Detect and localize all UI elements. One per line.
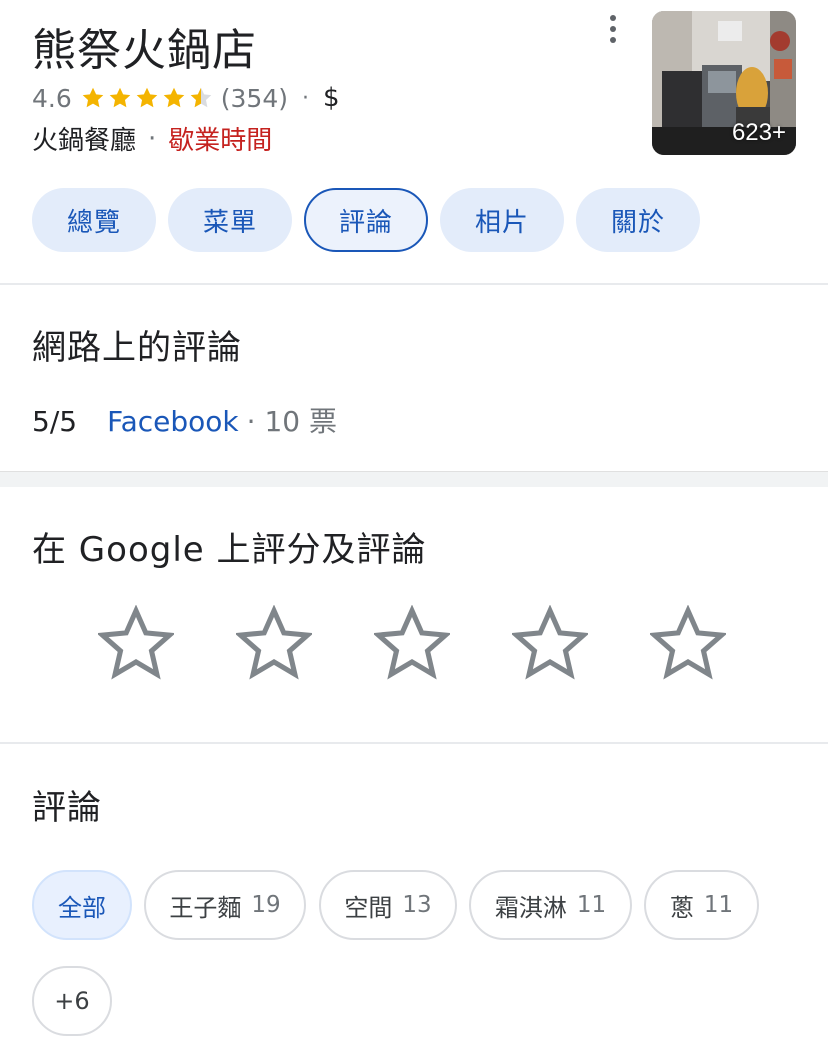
place-photo-thumbnail[interactable]: 623+	[652, 11, 796, 155]
chip-label: 空間	[344, 893, 393, 922]
chip-count: 19	[251, 892, 281, 918]
hours-status[interactable]: 歇業時間	[168, 120, 272, 157]
rate-heading: 在 Google 上評分及評論	[32, 530, 427, 570]
rating-stars	[80, 85, 215, 111]
review-count[interactable]: (354)	[221, 84, 288, 113]
web-review-source-link[interactable]: Facebook	[107, 405, 239, 438]
separator-dot: ·	[148, 123, 157, 154]
section-divider	[0, 283, 828, 285]
chip-count: 13	[402, 892, 432, 918]
chip-label: 全部	[58, 893, 106, 922]
star-full-icon	[82, 87, 104, 108]
filter-chip-space[interactable]: 空間 13	[319, 870, 457, 940]
more-options-icon[interactable]	[600, 12, 626, 46]
chip-label: 蔥	[669, 893, 694, 922]
category-label: 火鍋餐廳	[32, 126, 137, 156]
tab-photos[interactable]: 相片	[440, 188, 564, 252]
web-reviews-heading: 網路上的評論	[32, 328, 242, 368]
web-review-row[interactable]: 5/5 Facebook · 10 票	[32, 400, 337, 440]
photo-count: 623+	[731, 119, 786, 146]
place-title: 熊祭火鍋店	[32, 25, 257, 76]
star-full-icon	[163, 87, 185, 108]
chip-label: 霜淇淋	[494, 893, 567, 922]
rate-star-2-icon[interactable]	[236, 605, 312, 681]
chip-label: 王子麵	[169, 893, 242, 922]
tab-about[interactable]: 關於	[576, 188, 700, 252]
rate-star-3-icon[interactable]	[374, 605, 450, 681]
rate-stars	[98, 605, 726, 681]
rating-row[interactable]: 4.6 (354) · $	[32, 82, 340, 114]
tab-menu[interactable]: 菜單	[168, 188, 292, 252]
web-review-score: 5/5	[32, 405, 78, 438]
category-row: 火鍋餐廳 · 歇業時間	[32, 120, 272, 157]
separator-dot: ·	[302, 85, 309, 111]
web-review-votes: · 10 票	[246, 405, 337, 438]
rate-star-5-icon[interactable]	[650, 605, 726, 681]
star-full-icon	[109, 87, 131, 108]
reviews-heading: 評論	[32, 788, 102, 828]
chip-count: 11	[703, 892, 734, 918]
tab-reviews[interactable]: 評論	[304, 188, 428, 252]
price-level: $	[323, 83, 340, 113]
rating-value: 4.6	[32, 83, 72, 113]
rate-star-1-icon[interactable]	[98, 605, 174, 681]
star-half-icon	[190, 87, 212, 108]
rate-star-4-icon[interactable]	[512, 605, 588, 681]
star-full-icon	[136, 87, 158, 108]
chip-count: 11	[576, 892, 607, 918]
filter-chip-ice-cream[interactable]: 霜淇淋 11	[469, 870, 632, 940]
filter-chip-wangzimian[interactable]: 王子麵 19	[144, 870, 306, 940]
filter-chip-scallion[interactable]: 蔥 11	[644, 870, 759, 940]
section-divider	[0, 742, 828, 744]
chip-label: +6	[54, 987, 90, 1015]
tab-overview[interactable]: 總覽	[32, 188, 156, 252]
section-band	[0, 471, 828, 487]
place-tabs: 總覽 菜單 評論 相片 關於	[32, 188, 712, 252]
filter-chip-more[interactable]: +6	[32, 966, 112, 1036]
filter-chip-all[interactable]: 全部	[32, 870, 132, 940]
